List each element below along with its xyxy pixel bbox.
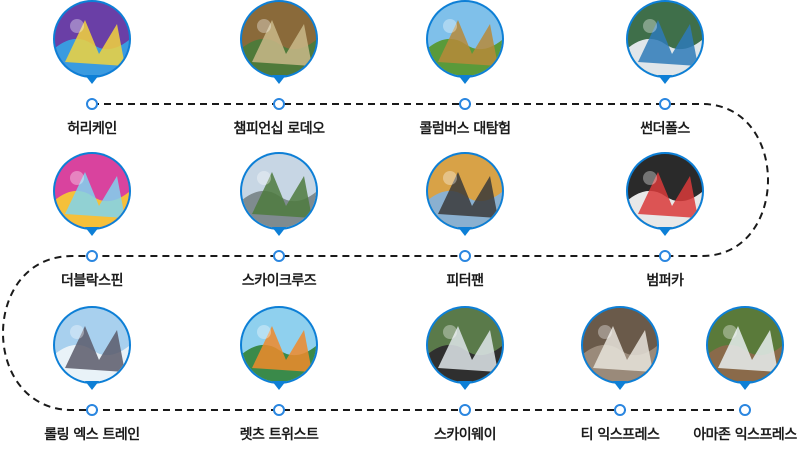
- route-dot: [86, 404, 98, 416]
- route-dot: [659, 250, 671, 262]
- route-dot: [273, 250, 285, 262]
- ride-bumper-car[interactable]: 범퍼카: [600, 152, 730, 302]
- route-dot: [614, 404, 626, 416]
- ride-photo: [428, 154, 502, 228]
- ride-double-spin[interactable]: 더블락스핀: [27, 152, 157, 302]
- ride-photo-pin[interactable]: [706, 306, 784, 390]
- ride-name[interactable]: 허리케인: [7, 118, 177, 138]
- ride-name[interactable]: 피터팬: [380, 270, 550, 290]
- ride-photo: [628, 154, 702, 228]
- route-dot: [86, 250, 98, 262]
- ride-photo-pin[interactable]: [240, 306, 318, 390]
- ride-name[interactable]: 더블락스핀: [7, 270, 177, 290]
- ride-photo: [55, 2, 129, 76]
- ride-name[interactable]: 아마존 익스프레스: [660, 424, 805, 444]
- ride-photo-pin[interactable]: [426, 306, 504, 390]
- ride-sky-way[interactable]: 스카이웨이: [400, 306, 530, 456]
- ride-name[interactable]: 렛츠 트위스트: [194, 424, 364, 444]
- ride-name[interactable]: 썬더폴스: [580, 118, 750, 138]
- ride-photo-pin[interactable]: [626, 152, 704, 236]
- ride-photo: [242, 154, 316, 228]
- ride-photo: [428, 2, 502, 76]
- ride-peter-pan[interactable]: 피터팬: [400, 152, 530, 302]
- ride-photo: [708, 308, 782, 382]
- ride-hurricane[interactable]: 허리케인: [27, 0, 157, 150]
- ride-photo: [583, 308, 657, 382]
- ride-photo: [428, 308, 502, 382]
- ride-photo-pin[interactable]: [426, 152, 504, 236]
- ride-photo-pin[interactable]: [53, 306, 131, 390]
- route-dot: [86, 98, 98, 110]
- route-dot: [739, 404, 751, 416]
- ride-photo: [242, 308, 316, 382]
- ride-sky-cruise[interactable]: 스카이크루즈: [214, 152, 344, 302]
- ride-photo-pin[interactable]: [240, 0, 318, 84]
- ride-photo-pin[interactable]: [581, 306, 659, 390]
- ride-photo-pin[interactable]: [426, 0, 504, 84]
- ride-amazon-express[interactable]: 아마존 익스프레스: [680, 306, 805, 456]
- route-dot: [273, 404, 285, 416]
- ride-name[interactable]: 챔피언십 로데오: [194, 118, 364, 138]
- ride-photo: [55, 154, 129, 228]
- route-dot: [459, 250, 471, 262]
- ride-lets-twist[interactable]: 렛츠 트위스트: [214, 306, 344, 456]
- ride-photo: [628, 2, 702, 76]
- ride-name[interactable]: 스카이웨이: [380, 424, 550, 444]
- ride-photo-pin[interactable]: [626, 0, 704, 84]
- route-dot: [459, 404, 471, 416]
- ride-name[interactable]: 롤링 엑스 트레인: [7, 424, 177, 444]
- ride-thunder-falls[interactable]: 썬더폴스: [600, 0, 730, 150]
- ride-champion-rodeo[interactable]: 챔피언십 로데오: [214, 0, 344, 150]
- ride-photo: [55, 308, 129, 382]
- route-dot: [273, 98, 285, 110]
- ride-photo-pin[interactable]: [53, 0, 131, 84]
- ride-name[interactable]: 스카이크루즈: [194, 270, 364, 290]
- ride-photo-pin[interactable]: [53, 152, 131, 236]
- ride-rolling-x-train[interactable]: 롤링 엑스 트레인: [27, 306, 157, 456]
- ride-photo-pin[interactable]: [240, 152, 318, 236]
- ride-name[interactable]: 범퍼카: [580, 270, 750, 290]
- ride-photo: [242, 2, 316, 76]
- ride-name[interactable]: 콜럼버스 대탐험: [380, 118, 550, 138]
- route-dot: [459, 98, 471, 110]
- route-dot: [659, 98, 671, 110]
- ride-columbus[interactable]: 콜럼버스 대탐험: [400, 0, 530, 150]
